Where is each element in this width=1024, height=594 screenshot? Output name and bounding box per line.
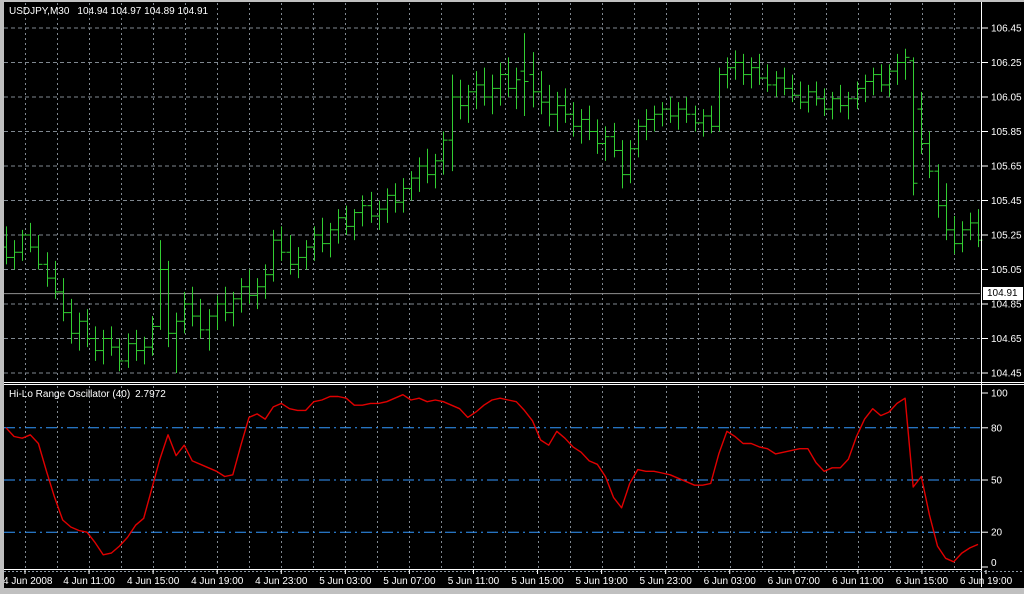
window-border-bottom <box>0 588 1024 594</box>
ohlc-values-label: 104.94 104.97 104.89 104.91 <box>77 6 209 17</box>
price-axis[interactable] <box>981 2 1024 569</box>
main-chart-pane[interactable] <box>4 2 981 380</box>
symbol-period-label: USDJPY,M30 <box>9 6 70 17</box>
indicator-label: Hi-Lo Range Oscillator (40) 2.7972 <box>9 389 166 400</box>
chart-window: 106.45106.25106.05105.85105.65105.45105.… <box>0 0 1024 594</box>
current-price-badge: 104.91 <box>983 287 1023 300</box>
window-border-left <box>0 0 4 594</box>
indicator-value: 2.7972 <box>135 389 166 400</box>
window-border-top <box>0 0 1024 2</box>
time-axis[interactable] <box>4 569 1024 588</box>
indicator-name: Hi-Lo Range Oscillator (40) <box>9 389 131 400</box>
pane-separator[interactable] <box>4 382 1024 385</box>
chart-canvas[interactable]: 106.45106.25106.05105.85105.65105.45105.… <box>0 0 1024 594</box>
indicator-pane[interactable] <box>4 386 981 569</box>
chart-header: USDJPY,M30 104.94 104.97 104.89 104.91 <box>9 6 208 17</box>
